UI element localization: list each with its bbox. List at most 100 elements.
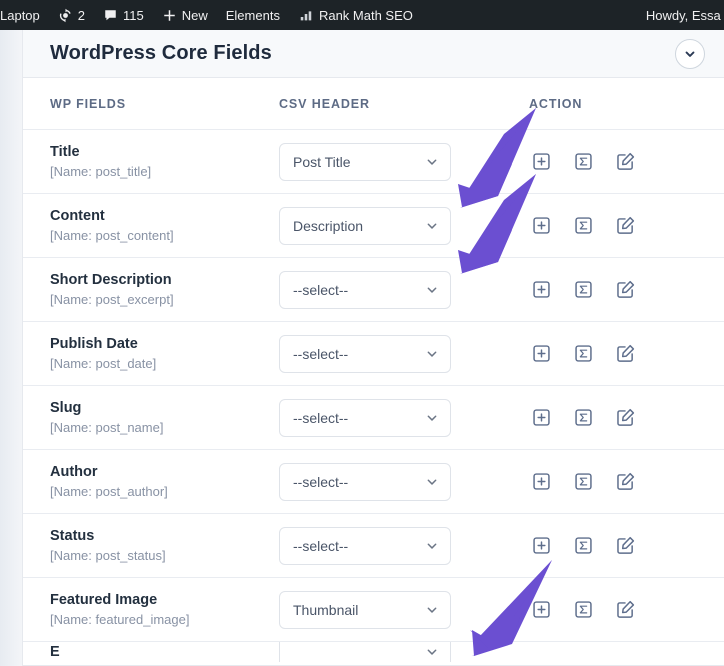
rank-math-seo-label: Rank Math SEO	[318, 7, 413, 23]
wp-field-label: Content	[50, 207, 105, 224]
admin-bar-elements[interactable]: Elements	[217, 0, 289, 30]
sigma-square-icon[interactable]	[571, 214, 595, 238]
updates-count: 2	[77, 7, 85, 23]
csv-header-select[interactable]: --select--	[279, 526, 451, 565]
wp-field-label: Author	[50, 463, 98, 480]
admin-bar-site-name[interactable]: Laptop	[0, 0, 49, 30]
action-cell	[529, 406, 724, 430]
admin-bar-updates[interactable]: 2	[49, 0, 94, 30]
wp-field-slug: [Name: post_author]	[50, 483, 168, 499]
wp-field-cell: Featured Image [Name: featured_image]	[50, 591, 279, 629]
sigma-square-icon[interactable]	[571, 470, 595, 494]
wp-field-label: Publish Date	[50, 335, 138, 352]
column-header-wp-fields: WP FIELDS	[50, 96, 126, 111]
admin-bar-comments[interactable]: 115	[94, 0, 153, 30]
wp-field-slug: [Name: post_title]	[50, 163, 152, 179]
action-cell	[529, 342, 724, 366]
action-cell	[529, 470, 724, 494]
csv-header-select-value: --select--	[293, 473, 349, 490]
plus-icon	[162, 8, 177, 23]
table-row: Short Description [Name: post_excerpt] --s…	[23, 258, 724, 322]
plus-square-icon[interactable]	[529, 470, 553, 494]
sigma-square-icon[interactable]	[571, 534, 595, 558]
comment-bubble-icon	[103, 8, 118, 23]
wp-field-cell: E	[50, 643, 279, 662]
table-row: Author [Name: post_author] --select--	[23, 450, 724, 514]
wp-field-label: Short Description	[50, 271, 172, 288]
pencil-square-icon[interactable]	[613, 470, 637, 494]
pencil-square-icon[interactable]	[613, 598, 637, 622]
action-cell	[529, 214, 724, 238]
sigma-square-icon[interactable]	[571, 406, 595, 430]
bar-chart-icon	[298, 8, 314, 23]
pencil-square-icon[interactable]	[613, 150, 637, 174]
csv-header-select[interactable]: --select--	[279, 398, 451, 437]
wp-field-cell: Content [Name: post_content]	[50, 207, 279, 245]
sigma-square-icon[interactable]	[571, 278, 595, 302]
action-cell	[529, 278, 724, 302]
collapse-toggle-button[interactable]	[675, 39, 705, 69]
wp-field-label: Title	[50, 143, 80, 160]
wp-field-label: Featured Image	[50, 591, 158, 608]
plus-square-icon[interactable]	[529, 598, 553, 622]
new-content-label: New	[181, 7, 208, 23]
csv-header-select[interactable]: --select--	[279, 334, 451, 373]
wp-field-cell: Slug [Name: post_name]	[50, 399, 279, 437]
page-canvas: WordPress Core Fields WP FIELDS CSV HEAD…	[0, 30, 724, 666]
field-mapping-table: WP FIELDS CSV HEADER ACTION Title [Name: …	[23, 78, 724, 662]
elements-label: Elements	[225, 7, 280, 23]
csv-header-cell	[279, 642, 529, 662]
sigma-square-icon[interactable]	[571, 342, 595, 366]
csv-header-select-value: --select--	[293, 537, 349, 554]
admin-bar-rank-math-seo[interactable]: Rank Math SEO	[289, 0, 422, 30]
wp-field-slug: [Name: post_date]	[50, 355, 157, 371]
wp-admin-bar: Laptop 2 115 New Elements Rank Math SEO …	[0, 0, 724, 30]
plus-square-icon[interactable]	[529, 534, 553, 558]
csv-header-select-value: --select--	[293, 281, 349, 298]
action-cell	[529, 150, 724, 174]
page-title: WordPress Core Fields	[50, 42, 272, 64]
table-row: Status [Name: post_status] --select--	[23, 514, 724, 578]
table-header-row: WP FIELDS CSV HEADER ACTION	[23, 78, 724, 130]
plus-square-icon[interactable]	[529, 342, 553, 366]
chevron-down-icon	[683, 47, 697, 61]
csv-header-select[interactable]: --select--	[279, 270, 451, 309]
plus-square-icon[interactable]	[529, 278, 553, 302]
csv-header-select-value: --select--	[293, 409, 349, 426]
csv-header-select[interactable]	[279, 642, 451, 662]
table-row: Content [Name: post_content] Description	[23, 194, 724, 258]
csv-header-select[interactable]: Description	[279, 206, 451, 245]
table-row: Title [Name: post_title] Post Title	[23, 130, 724, 194]
pencil-square-icon[interactable]	[613, 406, 637, 430]
wp-field-label: Status	[50, 527, 95, 544]
pencil-square-icon[interactable]	[613, 214, 637, 238]
csv-header-cell: --select--	[279, 398, 529, 437]
csv-header-select[interactable]: Post Title	[279, 142, 451, 181]
table-row: Featured Image [Name: featured_image] Thum…	[23, 578, 724, 642]
wp-field-slug: [Name: post_content]	[50, 227, 174, 243]
wp-field-label: Slug	[50, 399, 82, 416]
csv-header-cell: --select--	[279, 270, 529, 309]
updates-icon	[58, 8, 73, 23]
sigma-square-icon[interactable]	[571, 598, 595, 622]
comments-count: 115	[123, 7, 144, 23]
sigma-square-icon[interactable]	[571, 150, 595, 174]
wordpress-core-fields-card: WordPress Core Fields WP FIELDS CSV HEAD…	[22, 30, 724, 666]
plus-square-icon[interactable]	[529, 150, 553, 174]
plus-square-icon[interactable]	[529, 406, 553, 430]
admin-bar-new-content[interactable]: New	[153, 0, 217, 30]
wp-field-slug: [Name: post_status]	[50, 547, 166, 563]
pencil-square-icon[interactable]	[613, 278, 637, 302]
csv-header-select[interactable]: Thumbnail	[279, 590, 451, 629]
pencil-square-icon[interactable]	[613, 534, 637, 558]
csv-header-cell: --select--	[279, 334, 529, 373]
action-cell	[529, 598, 724, 622]
site-name-label: Laptop	[0, 7, 40, 23]
wp-field-label: E	[50, 643, 60, 660]
csv-header-select-value: Post Title	[293, 153, 351, 170]
plus-square-icon[interactable]	[529, 214, 553, 238]
admin-bar-my-account[interactable]: Howdy, Essa .	[637, 0, 724, 30]
csv-header-select[interactable]: --select--	[279, 462, 451, 501]
csv-header-cell: --select--	[279, 526, 529, 565]
pencil-square-icon[interactable]	[613, 342, 637, 366]
